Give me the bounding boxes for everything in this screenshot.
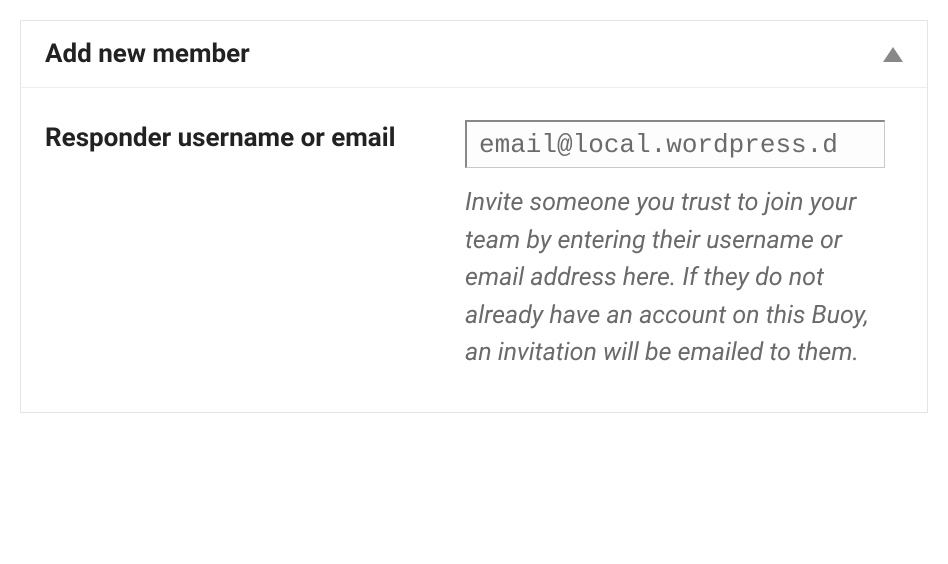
panel-body: Responder username or email Invite someo… [21,88,927,412]
add-member-panel: Add new member Responder username or ema… [20,20,928,413]
field-content: Invite someone you trust to join your te… [465,120,903,372]
help-text: Invite someone you trust to join your te… [465,184,895,372]
panel-header[interactable]: Add new member [21,21,927,88]
panel-title: Add new member [45,39,250,69]
responder-label: Responder username or email [45,120,425,372]
collapse-up-icon [883,47,903,62]
responder-input[interactable] [465,120,885,168]
